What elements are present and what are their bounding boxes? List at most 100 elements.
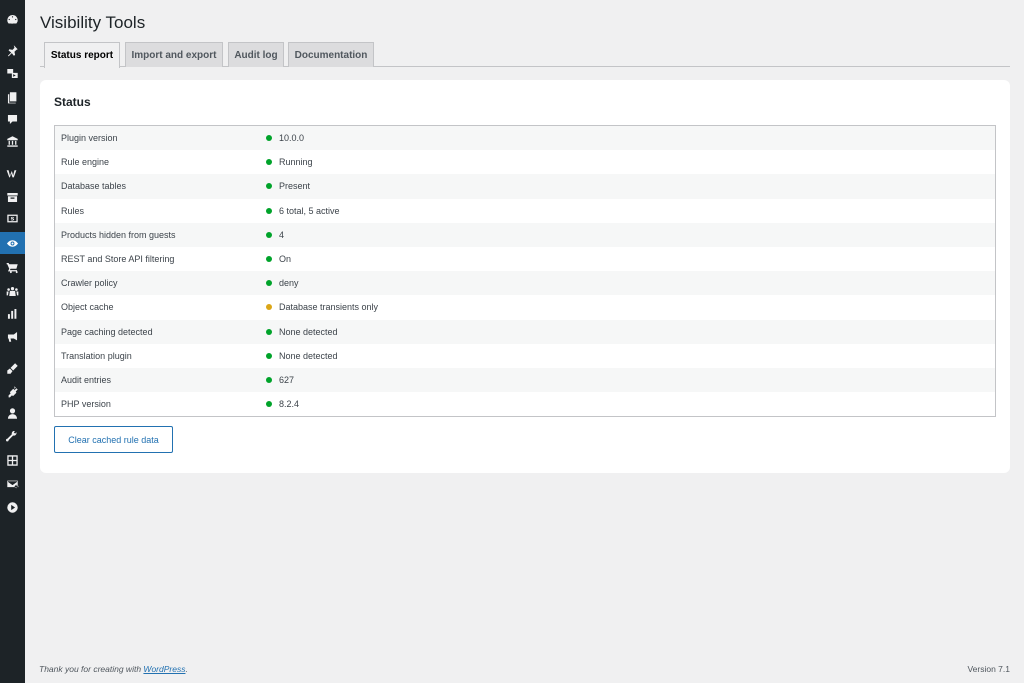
sidebar-item-cart[interactable] — [0, 256, 25, 278]
status-card-title: Status — [54, 95, 91, 109]
status-row-plugin-version: Plugin version 10.0.0 — [55, 126, 995, 151]
status-row-translation-plugin: Translation plugin None detected — [55, 344, 995, 368]
tools-icon — [6, 430, 17, 441]
megaphone-icon — [7, 331, 18, 342]
status-indicator-icon — [266, 401, 272, 408]
media-icon — [7, 68, 18, 78]
status-row-label: Plugin version — [61, 133, 118, 144]
play-icon — [7, 501, 18, 513]
footer-thanks-suffix: . — [185, 664, 188, 674]
woocommerce-icon — [6, 169, 17, 177]
status-row-label: PHP version — [61, 399, 111, 410]
status-card: Status Plugin version 10.0.0 Rule engine… — [40, 80, 1010, 473]
status-row-label: Rule engine — [61, 157, 110, 168]
status-row-value: Database transients only — [279, 302, 379, 313]
tab-bar: Status report Import and export Audit lo… — [40, 42, 1010, 68]
status-row-value: Present — [279, 181, 311, 192]
mail-icon — [7, 480, 19, 488]
status-indicator-icon — [266, 256, 272, 263]
status-table: Plugin version 10.0.0 Rule engine Runnin… — [54, 125, 996, 417]
sidebar-item-users[interactable] — [0, 402, 25, 424]
sidebar-item-tools[interactable] — [0, 426, 25, 448]
cart-icon — [6, 262, 18, 273]
sidebar-item-pages[interactable] — [0, 86, 25, 108]
status-indicator-icon — [266, 328, 272, 335]
status-row-products-hidden: Products hidden from guests 4 — [55, 222, 995, 247]
pages-icon — [7, 91, 17, 103]
sidebar-item-payments[interactable] — [0, 207, 25, 229]
bank-icon — [7, 135, 18, 147]
status-row-rules: Rules 6 total, 5 active — [55, 199, 995, 223]
status-row-page-caching: Page caching detected None detected — [55, 319, 995, 344]
status-indicator-icon — [266, 280, 272, 287]
sidebar-item-visibility[interactable] — [0, 232, 25, 254]
status-row-database-tables: Database tables Present — [55, 174, 995, 199]
tab-documentation[interactable]: Documentation — [288, 42, 374, 67]
status-row-audit-entries: Audit entries 627 — [55, 368, 995, 393]
users-icon — [7, 407, 18, 419]
status-row-value: 8.2.4 — [279, 399, 300, 410]
sidebar-item-marketing[interactable] — [0, 325, 25, 347]
admin-sidebar — [0, 0, 25, 683]
appearance-icon — [7, 362, 18, 374]
status-indicator-icon — [266, 352, 272, 359]
sidebar-item-posts[interactable] — [0, 39, 25, 61]
tab-import-and-export[interactable]: Import and export — [125, 42, 223, 67]
sidebar-item-plugins[interactable] — [0, 380, 25, 402]
status-indicator-icon — [266, 135, 272, 142]
status-row-label: Object cache — [61, 302, 114, 313]
sidebar-item-mail[interactable] — [0, 473, 25, 495]
page-title: Visibility Tools — [40, 13, 146, 32]
analytics-icon — [7, 308, 17, 319]
dashboard-icon — [7, 14, 18, 24]
status-row-value: 6 total, 5 active — [279, 205, 340, 216]
settings-icon — [7, 454, 18, 466]
status-row-php-version: PHP version 8.2.4 — [55, 392, 995, 416]
status-indicator-icon — [266, 159, 272, 166]
sidebar-item-media[interactable] — [0, 62, 25, 84]
status-indicator-icon — [266, 183, 272, 190]
sidebar-item-woocommerce[interactable] — [0, 162, 25, 184]
plugins-icon — [8, 385, 18, 397]
sidebar-item-settings[interactable] — [0, 449, 25, 471]
status-row-label: Audit entries — [61, 375, 112, 386]
sidebar-item-bank[interactable] — [0, 130, 25, 152]
status-row-label: Database tables — [61, 181, 127, 192]
status-row-label: REST and Store API filtering — [61, 254, 175, 265]
status-row-rule-engine: Rule engine Running — [55, 150, 995, 174]
sidebar-item-analytics[interactable] — [0, 302, 25, 324]
sidebar-item-comments[interactable] — [0, 108, 25, 130]
footer-thanks: Thank you for creating with WordPress. — [39, 664, 188, 674]
visibility-icon — [6, 239, 19, 247]
status-indicator-icon — [266, 207, 272, 214]
wordpress-link[interactable]: WordPress — [143, 664, 185, 674]
status-indicator-icon — [266, 304, 272, 311]
status-row-value: 10.0.0 — [279, 133, 305, 144]
status-row-value: None detected — [279, 350, 338, 361]
status-row-value: 4 — [279, 229, 285, 240]
tab-audit-log[interactable]: Audit log — [228, 42, 284, 67]
status-row-rest-filtering: REST and Store API filtering On — [55, 247, 995, 271]
status-row-label: Page caching detected — [61, 326, 153, 337]
comments-icon — [7, 114, 18, 124]
tab-status-report[interactable]: Status report — [44, 42, 120, 68]
sidebar-item-dashboard[interactable] — [0, 8, 25, 30]
clear-cached-rule-data-button[interactable]: Clear cached rule data — [54, 426, 173, 453]
money-icon — [7, 214, 18, 222]
status-row-label: Translation plugin — [61, 350, 132, 361]
footer-version: Version 7.1 — [967, 664, 1010, 674]
archive-icon — [7, 192, 18, 202]
sidebar-item-media-player[interactable] — [0, 496, 25, 518]
status-indicator-icon — [266, 377, 272, 384]
sidebar-item-archive[interactable] — [0, 186, 25, 208]
status-row-label: Products hidden from guests — [61, 229, 176, 240]
status-row-value: Running — [279, 157, 313, 168]
sidebar-item-appearance[interactable] — [0, 357, 25, 379]
status-row-crawler-policy: Crawler policy deny — [55, 271, 995, 296]
status-row-value: None detected — [279, 326, 338, 337]
status-row-value: 627 — [279, 375, 295, 386]
sidebar-item-community[interactable] — [0, 280, 25, 302]
status-row-object-cache: Object cache Database transients only — [55, 295, 995, 319]
status-row-label: Crawler policy — [61, 278, 118, 289]
pin-icon — [7, 44, 18, 56]
